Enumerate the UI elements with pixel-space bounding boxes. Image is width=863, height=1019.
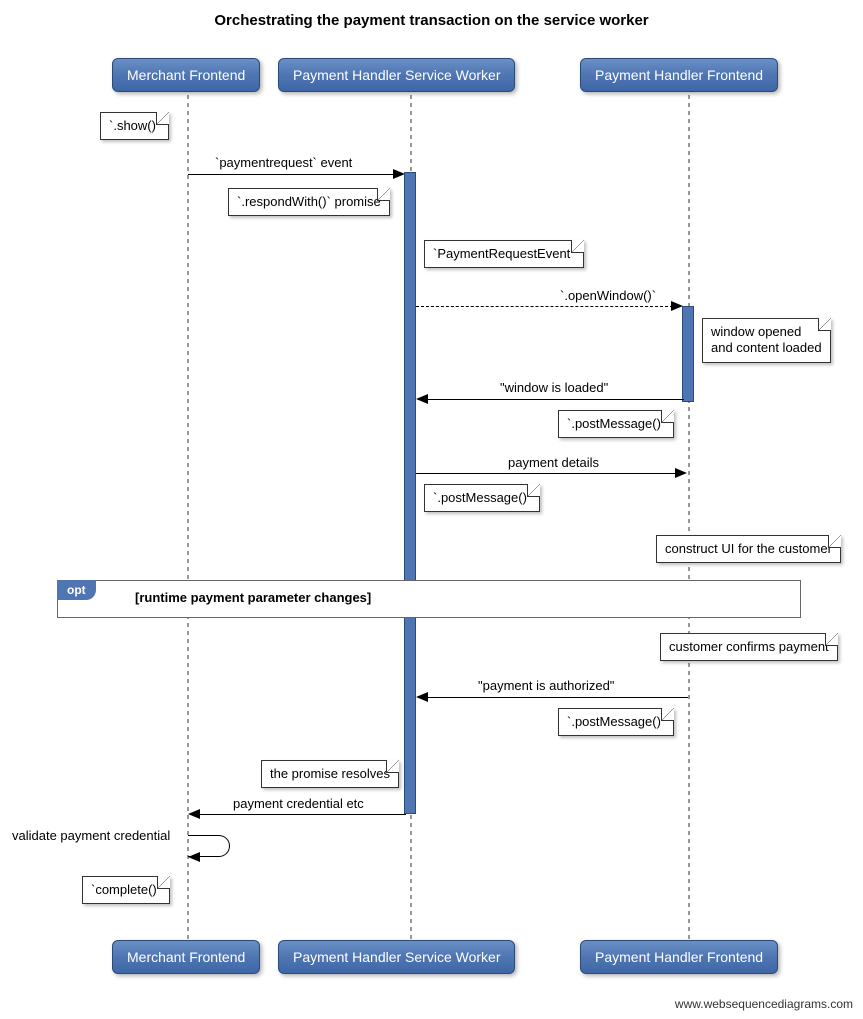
arrow-credential [200,814,406,815]
msg-openwindow: `.openWindow()` [560,288,656,303]
arrow-openwindow [416,306,673,307]
msg-validate: validate payment credential [12,828,170,843]
msg-credential: payment credential etc [233,796,364,811]
note-promiseresolves: the promise resolves [261,760,399,788]
lifeline-frontend [688,95,690,941]
actor-sw-top: Payment Handler Service Worker [278,58,515,92]
msg-authorized: "payment is authorized" [478,678,614,693]
arrowhead-windowloaded [416,394,428,404]
footer-credit: www.websequencediagrams.com [675,997,853,1011]
note-postmessage-3: `.postMessage()` [558,708,674,736]
actor-frontend-top: Payment Handler Frontend [580,58,778,92]
arrow-paymentdetails [416,473,677,474]
activation-frontend [682,306,694,402]
sequence-diagram: Orchestrating the payment transaction on… [0,0,863,1019]
note-complete: `complete()` [82,876,170,904]
diagram-title: Orchestrating the payment transaction on… [0,12,863,29]
opt-label: opt [57,580,96,600]
arrowhead-paymentdetails [675,468,687,478]
actor-merchant-bottom: Merchant Frontend [112,940,260,974]
arrow-paymentrequest [188,174,393,175]
msg-paymentdetails: payment details [508,455,599,470]
arrowhead-validate [188,852,200,862]
actor-merchant-top: Merchant Frontend [112,58,260,92]
arrowhead-credential [188,809,200,819]
arrow-authorized [428,697,688,698]
note-postmessage-2: `.postMessage()` [424,484,540,512]
opt-guard: [runtime payment parameter changes] [135,590,371,605]
note-show: `.show()` [100,112,169,140]
activation-sw [404,172,416,814]
note-confirm: customer confirms payment [660,633,838,661]
note-respondwith: `.respondWith()` promise [228,188,390,216]
actor-frontend-bottom: Payment Handler Frontend [580,940,778,974]
msg-paymentrequest: `paymentrequest` event [215,155,352,170]
note-constructui: construct UI for the customer [656,535,841,563]
note-paymentrequestevent: `PaymentRequestEvent` [424,240,584,268]
msg-windowloaded: "window is loaded" [500,380,608,395]
arrowhead-authorized [416,692,428,702]
note-windowopened: window opened and content loaded [702,318,831,363]
note-postmessage-1: `.postMessage()` [558,410,674,438]
actor-sw-bottom: Payment Handler Service Worker [278,940,515,974]
arrow-windowloaded [428,399,684,400]
